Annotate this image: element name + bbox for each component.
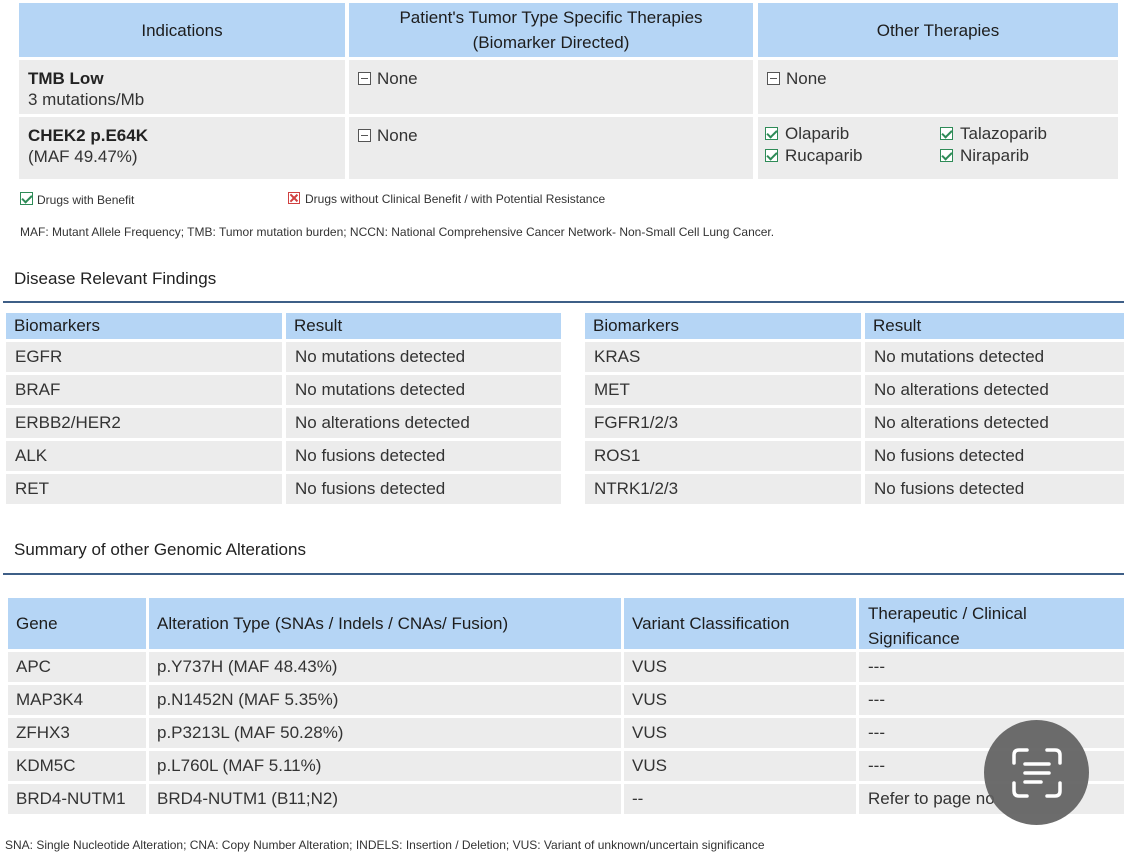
table-row-gene: KDM5C bbox=[8, 751, 146, 781]
table-row-gene: BRD4-NUTM1 bbox=[8, 784, 146, 814]
table-row-significance: --- bbox=[859, 652, 1124, 682]
table-row-alteration: p.N1452N (MAF 5.35%) bbox=[149, 685, 621, 715]
table-row-result: No fusions detected bbox=[286, 441, 561, 471]
none-box-icon bbox=[358, 129, 371, 142]
header-result: Result bbox=[865, 313, 1124, 339]
check-box-icon bbox=[940, 149, 953, 162]
text-scan-icon bbox=[1011, 747, 1062, 798]
genomic-alterations-title: Summary of other Genomic Alterations bbox=[14, 540, 306, 559]
section-divider bbox=[3, 301, 1124, 303]
row-chek2-other-therapy: Olaparib Talazoparib Rucaparib Niraparib bbox=[758, 117, 1118, 179]
legend-benefit: Drugs with Benefit bbox=[20, 192, 134, 207]
table-row-result: No mutations detected bbox=[286, 375, 561, 405]
none-box-icon bbox=[358, 72, 371, 85]
table-row-biomarker: FGFR1/2/3 bbox=[585, 408, 861, 438]
row-chek2-tumor-therapy: None bbox=[349, 117, 753, 179]
drug-rucaparib: Rucaparib bbox=[765, 146, 863, 166]
table-row-result: No fusions detected bbox=[286, 474, 561, 504]
header-alteration-type: Alteration Type (SNAs / Indels / CNAs/ F… bbox=[149, 598, 621, 649]
table-row-alteration: p.L760L (MAF 5.11%) bbox=[149, 751, 621, 781]
table-row-biomarker: KRAS bbox=[585, 342, 861, 372]
table-row-biomarker: ERBB2/HER2 bbox=[6, 408, 282, 438]
legend-no-benefit: Drugs without Clinical Benefit / with Po… bbox=[288, 192, 605, 206]
drug-talazoparib: Talazoparib bbox=[940, 124, 1047, 144]
header-therapeutic-significance: Therapeutic / Clinical Significance bbox=[859, 598, 1124, 649]
table-row-biomarker: NTRK1/2/3 bbox=[585, 474, 861, 504]
header-biomarkers: Biomarkers bbox=[585, 313, 861, 339]
abbreviations-note: MAF: Mutant Allele Frequency; TMB: Tumor… bbox=[20, 225, 775, 239]
table-row-alteration: BRD4-NUTM1 (B11;N2) bbox=[149, 784, 621, 814]
table-row-result: No alterations detected bbox=[865, 375, 1124, 405]
table-row-alteration: p.Y737H (MAF 48.43%) bbox=[149, 652, 621, 682]
indication-detail: (MAF 49.47%) bbox=[28, 147, 138, 166]
table-row-gene: ZFHX3 bbox=[8, 718, 146, 748]
row-tmb-indication: TMB Low 3 mutations/Mb bbox=[19, 60, 345, 114]
table-row-biomarker: MET bbox=[585, 375, 861, 405]
table-row-biomarker: EGFR bbox=[6, 342, 282, 372]
table-row-classification: -- bbox=[624, 784, 856, 814]
table-row-biomarker: ALK bbox=[6, 441, 282, 471]
header-variant-classification: Variant Classification bbox=[624, 598, 856, 649]
drug-olaparib: Olaparib bbox=[765, 124, 849, 144]
check-box-icon bbox=[940, 127, 953, 140]
table-row-gene: APC bbox=[8, 652, 146, 682]
header-indications: Indications bbox=[19, 3, 345, 57]
table-row-biomarker: BRAF bbox=[6, 375, 282, 405]
table-row-classification: VUS bbox=[624, 652, 856, 682]
header-gene: Gene bbox=[8, 598, 146, 649]
table-row-result: No alterations detected bbox=[286, 408, 561, 438]
table-row-result: No alterations detected bbox=[865, 408, 1124, 438]
table-row-classification: VUS bbox=[624, 685, 856, 715]
x-box-icon bbox=[288, 192, 300, 204]
table-row-gene: MAP3K4 bbox=[8, 685, 146, 715]
table-row-result: No mutations detected bbox=[865, 342, 1124, 372]
header-biomarkers: Biomarkers bbox=[6, 313, 282, 339]
table-row-result: No mutations detected bbox=[286, 342, 561, 372]
check-box-icon bbox=[765, 127, 778, 140]
section-divider bbox=[3, 573, 1124, 575]
header-other-therapies: Other Therapies bbox=[758, 3, 1118, 57]
header-result: Result bbox=[286, 313, 561, 339]
table-row-result: No fusions detected bbox=[865, 441, 1124, 471]
header-tumor-specific: Patient's Tumor Type Specific Therapies … bbox=[349, 3, 753, 57]
footer-note: SNA: Single Nucleotide Alteration; CNA: … bbox=[5, 838, 765, 852]
row-tmb-tumor-therapy: None bbox=[349, 60, 753, 114]
table-row-biomarker: ROS1 bbox=[585, 441, 861, 471]
table-row-significance: --- bbox=[859, 685, 1124, 715]
row-tmb-other-therapy: None bbox=[758, 60, 1118, 114]
none-box-icon bbox=[767, 72, 780, 85]
text-scan-button[interactable] bbox=[984, 720, 1089, 825]
check-box-icon bbox=[765, 149, 778, 162]
table-row-alteration: p.P3213L (MAF 50.28%) bbox=[149, 718, 621, 748]
table-row-biomarker: RET bbox=[6, 474, 282, 504]
table-row-classification: VUS bbox=[624, 718, 856, 748]
check-box-icon bbox=[20, 192, 33, 205]
disease-findings-title: Disease Relevant Findings bbox=[14, 269, 217, 288]
indication-name: CHEK2 p.E64K bbox=[28, 126, 148, 145]
drug-niraparib: Niraparib bbox=[940, 146, 1029, 166]
indication-detail: 3 mutations/Mb bbox=[28, 90, 145, 109]
table-row-result: No fusions detected bbox=[865, 474, 1124, 504]
table-row-classification: VUS bbox=[624, 751, 856, 781]
row-chek2-indication: CHEK2 p.E64K (MAF 49.47%) bbox=[19, 117, 345, 179]
indication-name: TMB Low bbox=[28, 69, 104, 88]
